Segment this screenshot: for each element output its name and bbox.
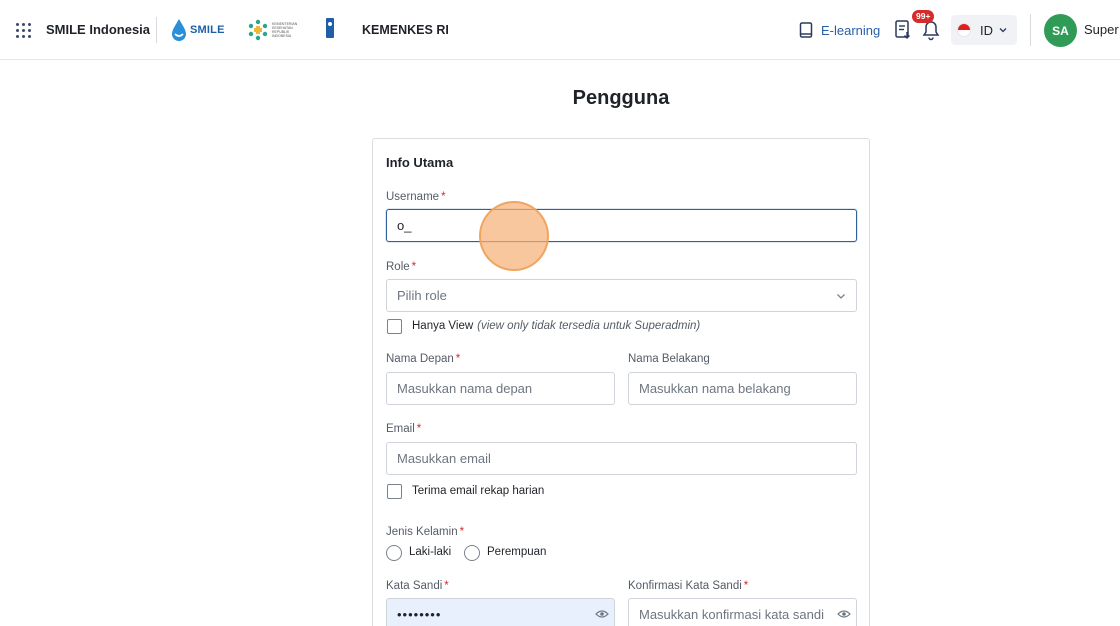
- chevron-down-icon: [999, 28, 1007, 33]
- confirm-password-label: Konfirmasi Kata Sandi *: [628, 580, 749, 592]
- password-input[interactable]: [386, 598, 615, 626]
- first-name-input[interactable]: [386, 372, 615, 405]
- report-icon[interactable]: [893, 19, 913, 41]
- header-divider-right: [1030, 14, 1031, 46]
- smile-drop-icon: [172, 19, 186, 41]
- role-label: Role *: [386, 261, 417, 273]
- notification-badge: 99+: [912, 10, 935, 23]
- app-name: SMILE Indonesia: [46, 22, 151, 37]
- password-label: Kata Sandi *: [386, 580, 449, 592]
- eye-icon[interactable]: [595, 609, 609, 619]
- top-navbar: SMILE Indonesia SMILE KEMENTERIAN KESEHA…: [0, 0, 1120, 60]
- gender-male-label: Laki-laki: [409, 546, 452, 558]
- email-label: Email *: [386, 423, 422, 435]
- last-name-label: Nama Belakang: [628, 353, 710, 365]
- email-input[interactable]: [386, 442, 857, 475]
- elearning-link[interactable]: E-learning: [799, 20, 880, 40]
- chevron-down-icon: [837, 293, 845, 299]
- username-label: Username *: [386, 191, 446, 203]
- daily-recap-label: Terima email rekap harian: [412, 485, 545, 497]
- user-name[interactable]: Super Admin: [1084, 22, 1120, 37]
- elearning-label: E-learning: [821, 22, 881, 38]
- form-card: Info Utama Username* Role* Pilih role Ha…: [372, 138, 870, 626]
- apps-grid-icon[interactable]: [16, 23, 31, 38]
- language-code: ID: [980, 22, 993, 38]
- page-title: Pengguna: [572, 87, 670, 109]
- kemenkes-emblem-icon: [248, 19, 268, 41]
- confirm-password-input[interactable]: [628, 598, 857, 626]
- gender-label: Jenis Kelamin *: [386, 526, 465, 538]
- gender-female-label: Perempuan: [487, 546, 547, 558]
- gender-female-radio[interactable]: [464, 545, 480, 561]
- avatar[interactable]: SA: [1044, 14, 1077, 47]
- role-placeholder: Pilih role: [397, 288, 447, 303]
- header-divider: [156, 17, 157, 43]
- daily-recap-checkbox[interactable]: [387, 484, 402, 499]
- kemenkes-logo: KEMENTERIAN KESEHATAN REPUBLIK INDONESIA: [247, 16, 300, 44]
- section-title: Info Utama: [386, 155, 454, 170]
- view-only-checkbox[interactable]: [387, 319, 402, 334]
- view-only-label: Hanya View (view only tidak tersedia untu…: [412, 320, 701, 332]
- undp-logo: [326, 18, 334, 38]
- language-selector[interactable]: ID: [951, 15, 1017, 45]
- first-name-label: Nama Depan *: [386, 353, 461, 365]
- org-name: KEMENKES RI: [362, 23, 449, 37]
- last-name-input[interactable]: [628, 372, 857, 405]
- username-input[interactable]: [386, 209, 857, 242]
- book-icon: [799, 22, 813, 38]
- eye-icon[interactable]: [837, 609, 851, 619]
- role-select[interactable]: Pilih role: [386, 279, 857, 312]
- gender-male-radio[interactable]: [386, 545, 402, 561]
- smile-logo: SMILE: [170, 17, 225, 43]
- indonesia-flag-icon: [957, 23, 971, 37]
